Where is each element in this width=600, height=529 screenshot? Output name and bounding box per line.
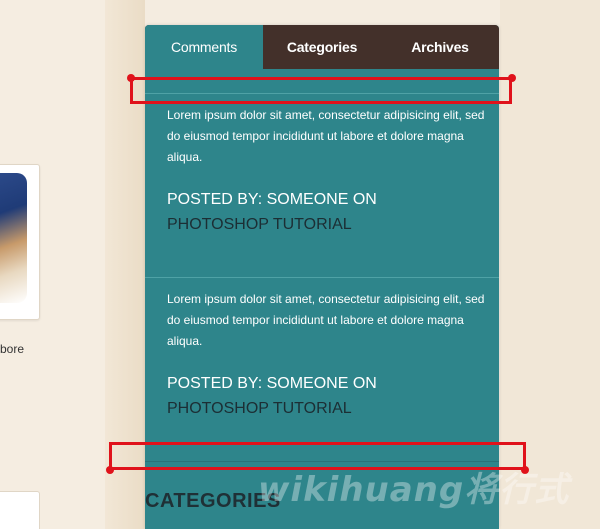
post-link[interactable]: PHOTOSHOP TUTORIAL <box>167 212 487 237</box>
thumbnail-image <box>0 173 27 303</box>
comment-text: Lorem ipsum dolor sit amet, consectetur … <box>167 292 485 348</box>
posted-by-label: POSTED BY: SOMEONE ON <box>167 191 377 208</box>
post-excerpt-fragment: bore <box>0 342 25 356</box>
tab-categories[interactable]: Categories <box>263 25 381 69</box>
post-link[interactable]: PHOTOSHOP TUTORIAL <box>167 396 487 421</box>
tab-archives[interactable]: Archives <box>381 25 499 69</box>
post-thumbnail[interactable] <box>0 164 40 320</box>
widget-tab-bar: Comments Categories Archives <box>145 25 499 69</box>
comment-meta: POSTED BY: SOMEONE ON PHOTOSHOP TUTORIAL <box>167 187 487 237</box>
post-thumbnail-2[interactable] <box>0 491 40 529</box>
annotation-box-top <box>130 77 512 104</box>
watermark: wikihuang将行式 <box>258 470 570 510</box>
annotation-handle <box>106 466 114 474</box>
comment-item: Lorem ipsum dolor sit amet, consectetur … <box>167 105 487 237</box>
comment-meta: POSTED BY: SOMEONE ON PHOTOSHOP TUTORIAL <box>167 371 487 421</box>
comment-item: Lorem ipsum dolor sit amet, consectetur … <box>167 289 487 421</box>
annotation-handle <box>508 74 516 82</box>
tab-comments[interactable]: Comments <box>145 25 263 69</box>
posted-by-label: POSTED BY: SOMEONE ON <box>167 375 377 392</box>
comment-text: Lorem ipsum dolor sit amet, consectetur … <box>167 108 485 164</box>
annotation-handle <box>127 74 135 82</box>
divider <box>145 277 499 278</box>
